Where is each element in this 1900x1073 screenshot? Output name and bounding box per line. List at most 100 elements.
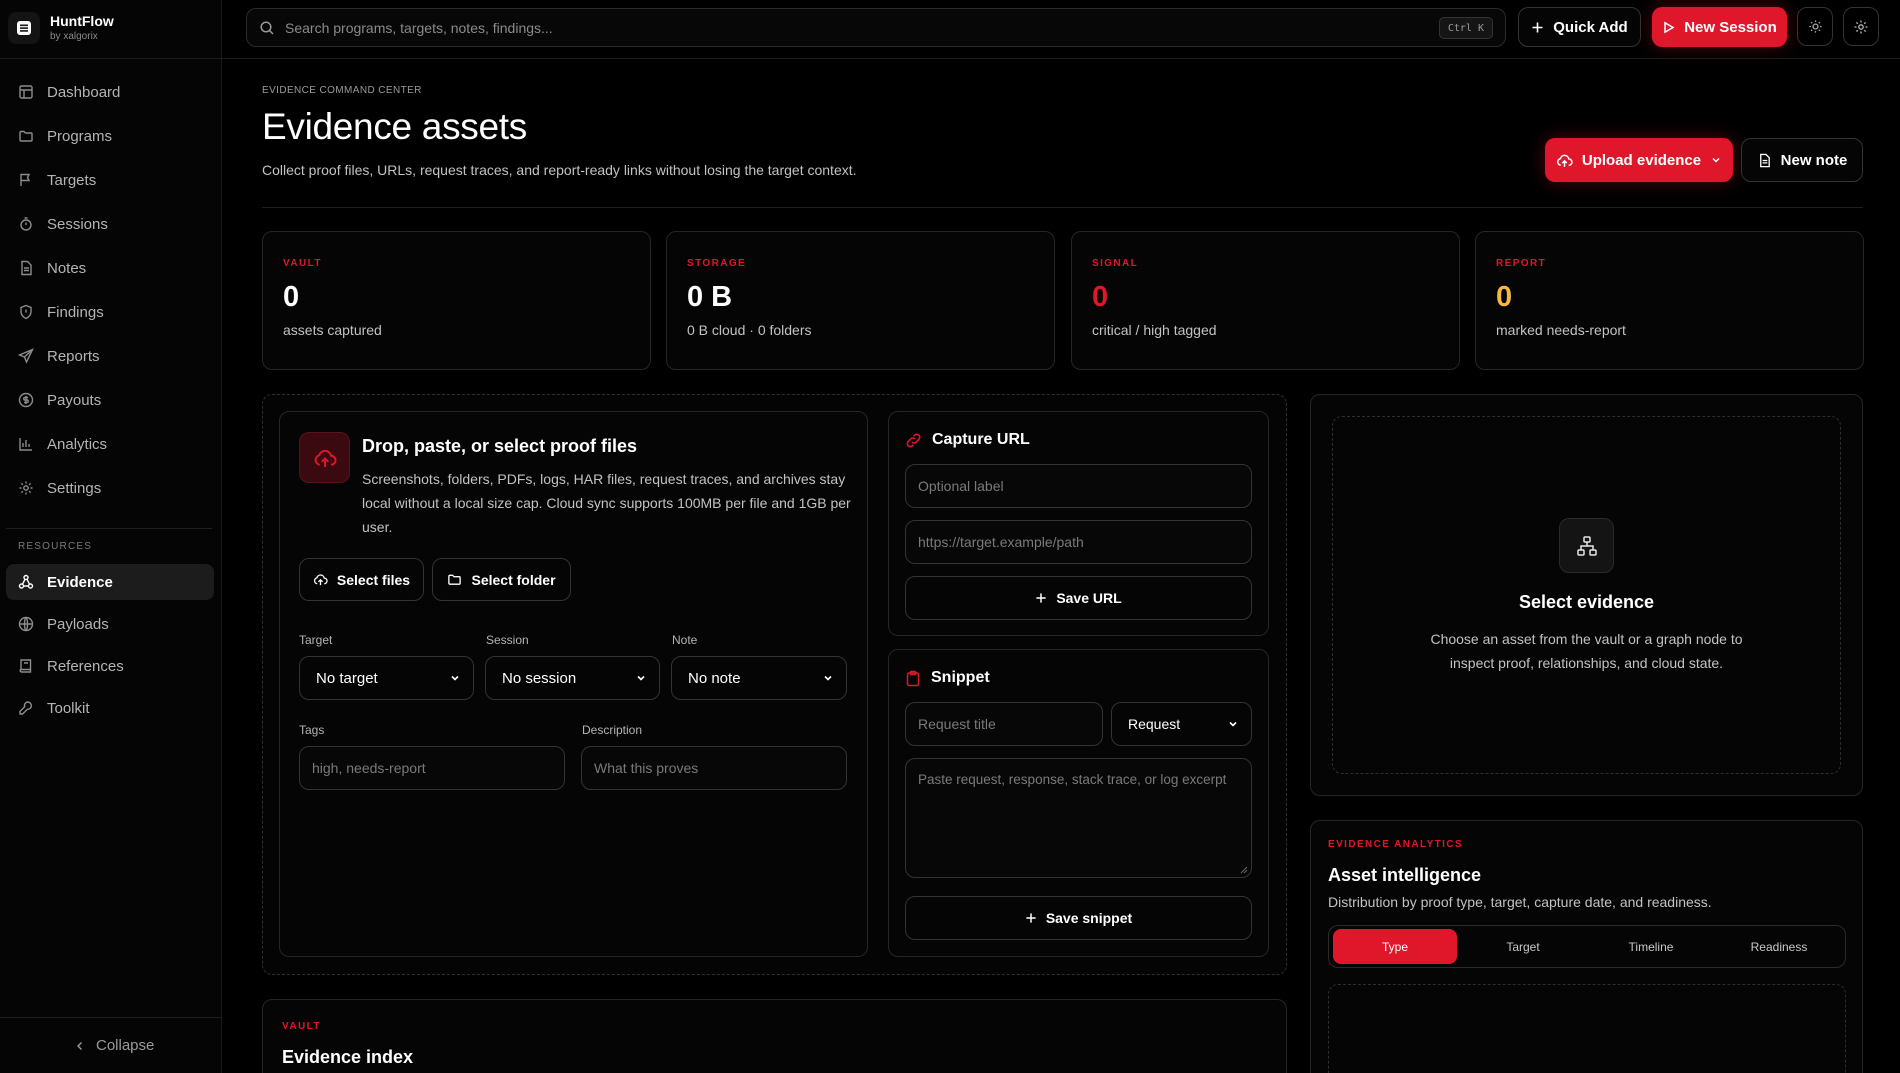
sidebar-item-references[interactable]: References: [6, 648, 214, 684]
sidebar-item-label: References: [47, 657, 124, 675]
cloud-upload-icon: [314, 449, 336, 467]
evidence-index-title: Evidence index: [282, 1047, 414, 1067]
sidebar-item-label: Toolkit: [47, 699, 90, 717]
snippet-title: Snippet: [905, 669, 990, 687]
tags-input[interactable]: high, needs-report: [299, 746, 565, 790]
tab-readiness[interactable]: Readiness: [1717, 929, 1841, 964]
collapse-label: Collapse: [96, 1037, 155, 1054]
select-files-label: Select files: [336, 571, 411, 588]
sidebar-item-evidence[interactable]: Evidence: [6, 564, 214, 600]
chevron-down-icon: [824, 675, 832, 681]
gear-icon: [19, 481, 33, 495]
stat-card-storage: STORAGE 0 B 0 B cloud · 0 folders: [666, 231, 1055, 370]
save-url-button[interactable]: Save URL: [905, 576, 1252, 620]
sidebar-item-toolkit[interactable]: Toolkit: [6, 690, 214, 726]
new-note-button[interactable]: New note: [1741, 138, 1863, 182]
select-evidence-title: Select evidence: [1518, 592, 1655, 612]
description-input[interactable]: What this proves: [581, 746, 847, 790]
note-select[interactable]: No note: [671, 656, 847, 700]
link-icon: [906, 433, 921, 447]
sidebar-item-payloads[interactable]: Payloads: [6, 606, 214, 642]
shortcut-hint: Ctrl K: [1438, 17, 1493, 39]
book-icon: [19, 659, 32, 673]
cloud-upload-icon: [313, 574, 328, 586]
select-folder-label: Select folder: [471, 571, 556, 588]
target-label: Target: [299, 633, 333, 647]
divider: [0, 58, 222, 59]
brand[interactable]: HuntFlow by xalgorix: [8, 8, 114, 48]
search-input[interactable]: Search programs, targets, notes, finding…: [246, 8, 1506, 47]
tab-type[interactable]: Type: [1333, 929, 1457, 964]
select-files-button[interactable]: Select files: [299, 558, 424, 601]
sidebar-item-programs[interactable]: Programs: [6, 118, 214, 154]
theme-toggle-button[interactable]: [1797, 7, 1833, 46]
stat-value: 0: [1496, 281, 1513, 313]
collapse-button[interactable]: Collapse: [74, 1037, 154, 1054]
stat-description: assets captured: [283, 322, 382, 338]
settings-button[interactable]: [1843, 7, 1879, 46]
new-note-label: New note: [1780, 151, 1848, 169]
sidebar-item-dashboard[interactable]: Dashboard: [6, 74, 214, 110]
sidebar-item-settings[interactable]: Settings: [6, 470, 214, 506]
sidebar-item-findings[interactable]: Findings: [6, 294, 214, 330]
play-icon: [1664, 20, 1675, 34]
save-snippet-button[interactable]: Save snippet: [905, 896, 1252, 940]
url-input[interactable]: https://target.example/path: [905, 520, 1252, 564]
sidebar-item-label: Findings: [47, 303, 104, 321]
target-select[interactable]: No target: [299, 656, 474, 700]
select-folder-button[interactable]: Select folder: [432, 558, 571, 601]
quick-add-button[interactable]: Quick Add: [1518, 7, 1641, 47]
page-subtitle: Collect proof files, URLs, request trace…: [262, 162, 857, 178]
quick-add-label: Quick Add: [1553, 18, 1628, 36]
sidebar-item-sessions[interactable]: Sessions: [6, 206, 214, 242]
shield-icon: [20, 304, 32, 320]
page-kicker: EVIDENCE COMMAND CENTER: [262, 85, 422, 96]
tab-target[interactable]: Target: [1461, 929, 1585, 964]
upload-evidence-label: Upload evidence: [1581, 151, 1702, 169]
upload-description: Screenshots, folders, PDFs, logs, HAR fi…: [362, 471, 851, 535]
session-select[interactable]: No session: [485, 656, 660, 700]
sidebar-item-targets[interactable]: Targets: [6, 162, 214, 198]
chevron-down-icon: [1229, 721, 1237, 727]
brand-name: HuntFlow: [50, 13, 114, 29]
chevron-down-icon: [451, 675, 459, 681]
stat-label: REPORT: [1496, 258, 1547, 269]
url-label-input[interactable]: Optional label: [905, 464, 1252, 508]
gear-icon: [1854, 20, 1868, 33]
upload-evidence-button[interactable]: Upload evidence: [1545, 138, 1733, 182]
folder-icon: [19, 130, 33, 142]
snippet-title-placeholder: Request title: [918, 716, 996, 732]
sidebar-item-analytics[interactable]: Analytics: [6, 426, 214, 462]
stat-card-vault: VAULT 0 assets captured: [262, 231, 651, 370]
snippet-type-select[interactable]: Request: [1111, 702, 1252, 746]
logo-icon: [8, 12, 40, 44]
timer-icon: [20, 217, 32, 231]
sidebar-item-label: Dashboard: [47, 83, 121, 101]
sidebar-item-reports[interactable]: Reports: [6, 338, 214, 374]
bar-chart-icon: [19, 438, 32, 451]
analytics-title: Asset intelligence: [1328, 865, 1482, 885]
grid-icon: [19, 85, 33, 99]
send-icon: [18, 348, 34, 364]
save-snippet-label: Save snippet: [1045, 910, 1133, 926]
evidence-graph-badge: [1559, 518, 1614, 573]
chevron-down-icon: [637, 675, 645, 681]
stat-label: VAULT: [283, 258, 322, 269]
snippet-title-input[interactable]: Request title: [905, 702, 1103, 746]
tab-timeline[interactable]: Timeline: [1589, 929, 1713, 964]
flag-icon: [20, 173, 31, 186]
snippet-body-textarea[interactable]: Paste request, response, stack trace, or…: [905, 758, 1252, 878]
sidebar-item-payouts[interactable]: Payouts: [6, 382, 214, 418]
folder-icon: [448, 574, 462, 585]
url-label-placeholder: Optional label: [918, 478, 1004, 494]
resources-nav: Evidence Payloads References Toolkit: [6, 564, 214, 732]
new-session-button[interactable]: New Session: [1652, 7, 1787, 47]
resize-handle-icon[interactable]: [1240, 866, 1248, 874]
sidebar-item-label: Sessions: [47, 215, 108, 233]
tags-placeholder: high, needs-report: [312, 760, 426, 776]
network-icon: [18, 574, 34, 589]
sidebar-item-notes[interactable]: Notes: [6, 250, 214, 286]
globe-icon: [18, 616, 34, 632]
chevron-left-icon: [77, 1041, 82, 1050]
clipboard-icon: [906, 670, 920, 686]
